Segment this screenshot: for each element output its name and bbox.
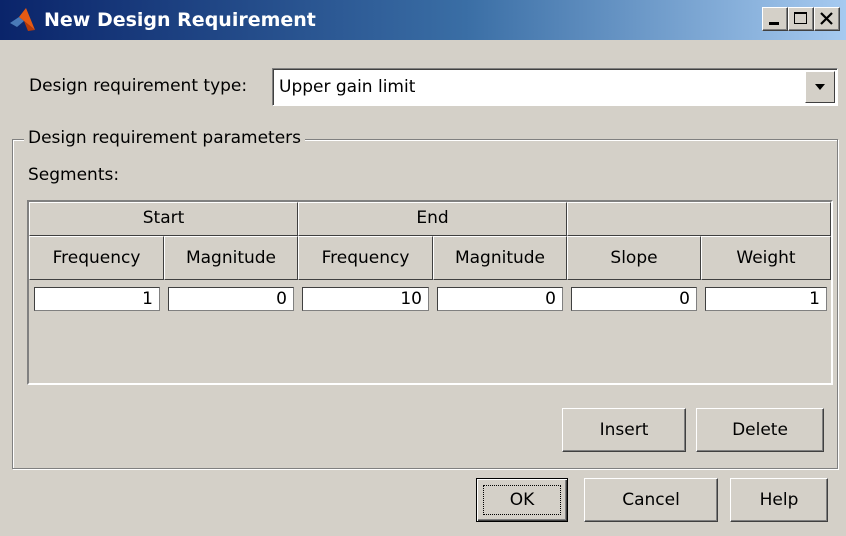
minimize-button[interactable] bbox=[762, 7, 788, 31]
help-button[interactable]: Help bbox=[730, 478, 828, 522]
close-icon bbox=[820, 12, 833, 25]
column-header-end-frequency[interactable]: Frequency bbox=[298, 236, 433, 280]
group-header-end: End bbox=[298, 202, 567, 236]
close-button[interactable] bbox=[814, 7, 840, 31]
maximize-button[interactable] bbox=[788, 7, 814, 31]
cell-start-frequency[interactable]: 1 bbox=[34, 287, 160, 311]
minimize-icon bbox=[769, 22, 779, 25]
window-title: New Design Requirement bbox=[44, 9, 316, 31]
column-header-end-magnitude[interactable]: Magnitude bbox=[433, 236, 567, 280]
requirement-type-label: Design requirement type: bbox=[29, 76, 248, 96]
dialog-window: New Design Requirement Design requiremen… bbox=[0, 0, 846, 536]
group-header-blank bbox=[567, 202, 831, 236]
parameters-group-title: Design requirement parameters bbox=[24, 128, 306, 148]
matlab-logo-icon bbox=[10, 8, 35, 31]
maximize-icon bbox=[794, 12, 807, 24]
cell-end-magnitude[interactable]: 0 bbox=[437, 287, 563, 311]
segments-label: Segments: bbox=[28, 165, 120, 185]
cancel-button[interactable]: Cancel bbox=[584, 478, 718, 522]
title-bar[interactable]: New Design Requirement bbox=[0, 0, 846, 40]
requirement-type-value: Upper gain limit bbox=[279, 77, 416, 97]
column-header-start-magnitude[interactable]: Magnitude bbox=[164, 236, 298, 280]
ok-button[interactable]: OK bbox=[476, 478, 568, 522]
cell-start-magnitude[interactable]: 0 bbox=[168, 287, 294, 311]
segments-table[interactable]: Start End Frequency Magnitude Frequency … bbox=[27, 200, 833, 385]
focus-rectangle bbox=[483, 485, 561, 515]
insert-button[interactable]: Insert bbox=[562, 408, 686, 452]
column-header-weight[interactable]: Weight bbox=[701, 236, 831, 280]
cell-weight[interactable]: 1 bbox=[705, 287, 827, 311]
column-header-slope[interactable]: Slope bbox=[567, 236, 701, 280]
cell-slope[interactable]: 0 bbox=[571, 287, 697, 311]
cell-end-frequency[interactable]: 10 bbox=[302, 287, 429, 311]
chevron-down-icon bbox=[815, 84, 825, 90]
column-header-start-frequency[interactable]: Frequency bbox=[29, 236, 164, 280]
dropdown-button[interactable] bbox=[805, 71, 835, 103]
requirement-type-select[interactable]: Upper gain limit bbox=[272, 68, 838, 106]
group-header-start: Start bbox=[29, 202, 298, 236]
delete-button[interactable]: Delete bbox=[696, 408, 824, 452]
